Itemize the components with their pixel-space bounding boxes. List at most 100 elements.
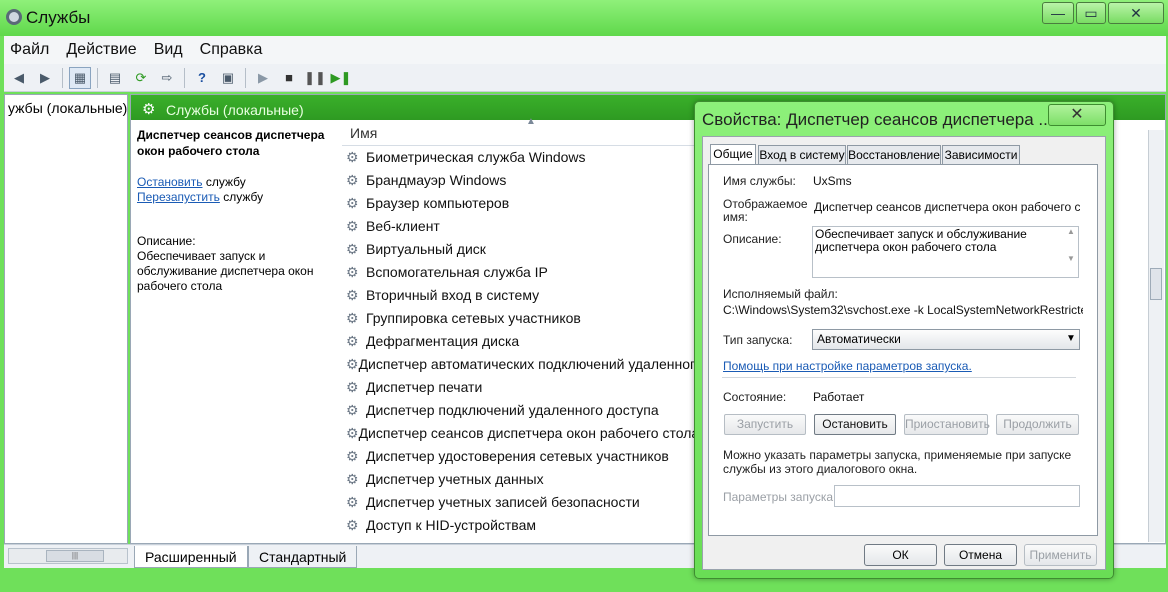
view-icon[interactable]: ▣ bbox=[217, 67, 239, 89]
ok-button[interactable]: ОК bbox=[864, 544, 937, 566]
toolbar: ◀ ▶ ▦ ▤ ⟳ ⇨ ? ▣ ▶ ■ ❚❚ ▶❚ bbox=[4, 64, 1166, 92]
vertical-scrollbar[interactable] bbox=[1148, 130, 1164, 542]
params-input[interactable] bbox=[834, 485, 1080, 507]
menu-view[interactable]: Вид bbox=[154, 41, 183, 59]
service-name: Диспетчер сеансов диспетчера окон рабоче… bbox=[358, 425, 696, 441]
list-item[interactable]: ⚙ Диспетчер печати bbox=[346, 376, 696, 398]
start-button[interactable]: Запустить bbox=[724, 414, 806, 435]
service-description: Описание: Обеспечивает запуск и обслужив… bbox=[137, 234, 327, 294]
service-name: Диспетчер автоматических подключений уда… bbox=[358, 356, 696, 372]
startup-type-select[interactable]: Автоматически bbox=[812, 329, 1080, 350]
list-item[interactable]: ⚙ Группировка сетевых участников bbox=[346, 307, 696, 329]
tab-dependencies[interactable]: Зависимости bbox=[942, 145, 1020, 165]
list-item[interactable]: ⚙ Виртуальный диск bbox=[346, 238, 696, 260]
toolbar-separator bbox=[62, 67, 63, 88]
list-item[interactable]: ⚙ Вспомогательная служба IP bbox=[346, 261, 696, 283]
list-item[interactable]: ⚙ Дефрагментация диска bbox=[346, 330, 696, 352]
cancel-button[interactable]: Отмена bbox=[944, 544, 1017, 566]
forward-arrow-icon[interactable]: ▶ bbox=[34, 67, 56, 89]
stop-button[interactable]: Остановить bbox=[814, 414, 896, 435]
service-name: Диспетчер учетных данных bbox=[366, 471, 544, 487]
list-item[interactable]: ⚙ Диспетчер учетных записей безопасности bbox=[346, 491, 696, 513]
minimize-button[interactable]: — bbox=[1042, 2, 1074, 24]
list-item[interactable]: ⚙ Доступ к HID-устройствам bbox=[346, 514, 696, 536]
selected-service-title: Диспетчер сеансов диспетчера окон рабоче… bbox=[137, 128, 325, 158]
service-gear-icon: ⚙ bbox=[346, 263, 359, 280]
params-label: Параметры запуска: bbox=[723, 490, 837, 504]
maximize-button[interactable]: ▭ bbox=[1076, 2, 1106, 24]
list-column-header[interactable] bbox=[342, 120, 694, 146]
params-note: Можно указать параметры запуска, применя… bbox=[723, 448, 1072, 476]
tab-extended[interactable]: Расширенный bbox=[134, 546, 248, 568]
startup-help-link[interactable]: Помощь при настройке параметров запуска. bbox=[723, 359, 972, 373]
menu-file[interactable]: Файл bbox=[10, 41, 49, 59]
service-gear-icon: ⚙ bbox=[346, 470, 359, 487]
description-value: Обеспечивает запуск и обслуживание диспе… bbox=[815, 227, 1027, 254]
service-name: Биометрическая служба Windows bbox=[366, 149, 586, 165]
status-value: Работает bbox=[813, 390, 865, 404]
service-gear-icon: ⚙ bbox=[346, 378, 359, 395]
tab-logon[interactable]: Вход в систему bbox=[758, 145, 846, 165]
show-hide-console-tree-icon[interactable]: ▦ bbox=[69, 66, 91, 89]
service-gear-icon: ⚙ bbox=[346, 401, 359, 418]
menu-bar: Файл Действие Вид Справка bbox=[4, 36, 1166, 64]
stop-service-link[interactable]: Остановить bbox=[137, 175, 203, 189]
restart-link-line: Перезапустить службу bbox=[137, 190, 263, 204]
service-gear-icon: ⚙ bbox=[346, 194, 359, 211]
description-text: Обеспечивает запуск и обслуживание диспе… bbox=[137, 249, 314, 293]
help-icon[interactable]: ? bbox=[191, 67, 213, 89]
service-gear-icon: ⚙ bbox=[346, 148, 359, 165]
apply-button[interactable]: Применить bbox=[1024, 544, 1097, 566]
sort-ascending-icon: ▲ bbox=[526, 116, 536, 127]
list-item[interactable]: ⚙ Биометрическая служба Windows bbox=[346, 146, 696, 168]
restart-service-icon[interactable]: ▶❚ bbox=[330, 67, 352, 89]
executable-label: Исполняемый файл: bbox=[723, 287, 838, 301]
resume-button[interactable]: Продолжить bbox=[996, 414, 1079, 435]
dialog-close-button[interactable]: ✕ bbox=[1048, 104, 1106, 126]
service-name: Веб-клиент bbox=[366, 218, 440, 234]
column-name[interactable]: Имя bbox=[350, 125, 377, 141]
back-arrow-icon[interactable]: ◀ bbox=[8, 67, 30, 89]
service-name: Доступ к HID-устройствам bbox=[366, 517, 537, 533]
stop-service-icon[interactable]: ■ bbox=[278, 67, 300, 89]
tree-item-services-local[interactable]: ужбы (локальные) bbox=[8, 100, 127, 116]
tab-general[interactable]: Общие bbox=[710, 144, 756, 165]
display-name-value[interactable]: Диспетчер сеансов диспетчера окон рабоче… bbox=[814, 200, 1080, 214]
list-item[interactable]: ⚙ Веб-клиент bbox=[346, 215, 696, 237]
service-name: Диспетчер удостоверения сетевых участник… bbox=[366, 448, 669, 464]
toolbar-separator bbox=[245, 67, 246, 88]
executable-path: C:\Windows\System32\svchost.exe -k Local… bbox=[723, 303, 1083, 317]
export-list-icon[interactable]: ⇨ bbox=[156, 67, 178, 89]
console-tree bbox=[4, 94, 128, 544]
service-gear-icon: ⚙ bbox=[346, 217, 359, 234]
tab-standard[interactable]: Стандартный bbox=[248, 546, 358, 568]
dialog-title: Свойства: Диспетчер сеансов диспетчера .… bbox=[702, 110, 1053, 129]
properties-icon[interactable]: ▤ bbox=[104, 67, 126, 89]
start-service-icon[interactable]: ▶ bbox=[252, 67, 274, 89]
vertical-scroll-thumb[interactable] bbox=[1150, 268, 1162, 300]
restart-service-link[interactable]: Перезапустить bbox=[137, 190, 220, 204]
pause-service-icon[interactable]: ❚❚ bbox=[304, 67, 326, 89]
tab-recovery[interactable]: Восстановление bbox=[847, 145, 941, 165]
list-item[interactable]: ⚙ Диспетчер удостоверения сетевых участни… bbox=[346, 445, 696, 467]
horizontal-scroll-thumb[interactable]: ||| bbox=[46, 550, 104, 562]
menu-action[interactable]: Действие bbox=[66, 41, 136, 59]
list-item[interactable]: ⚙ Диспетчер учетных данных bbox=[346, 468, 696, 490]
service-name: Виртуальный диск bbox=[366, 241, 486, 257]
list-item[interactable]: ⚙ Вторичный вход в систему bbox=[346, 284, 696, 306]
service-name-value: UxSms bbox=[813, 174, 852, 188]
list-item-selected[interactable]: ⚙ Диспетчер сеансов диспетчера окон рабоч… bbox=[346, 422, 696, 444]
refresh-icon[interactable]: ⟳ bbox=[130, 67, 152, 89]
description-box[interactable]: Обеспечивает запуск и обслуживание диспе… bbox=[812, 226, 1079, 278]
service-gear-icon: ⚙ bbox=[346, 332, 359, 349]
menu-help[interactable]: Справка bbox=[200, 41, 263, 59]
list-item[interactable]: ⚙ Браузер компьютеров bbox=[346, 192, 696, 214]
service-gear-icon: ⚙ bbox=[346, 493, 359, 510]
service-name: Группировка сетевых участников bbox=[366, 310, 581, 326]
list-item[interactable]: ⚙ Брандмауэр Windows bbox=[346, 169, 696, 191]
description-scrollbar[interactable]: ▲ ▼ bbox=[1064, 227, 1078, 277]
list-item[interactable]: ⚙ Диспетчер автоматических подключений уд… bbox=[346, 353, 696, 375]
pause-button[interactable]: Приостановить bbox=[904, 414, 990, 435]
list-item[interactable]: ⚙ Диспетчер подключений удаленного доступ… bbox=[346, 399, 696, 421]
close-button[interactable]: ✕ bbox=[1108, 2, 1164, 24]
